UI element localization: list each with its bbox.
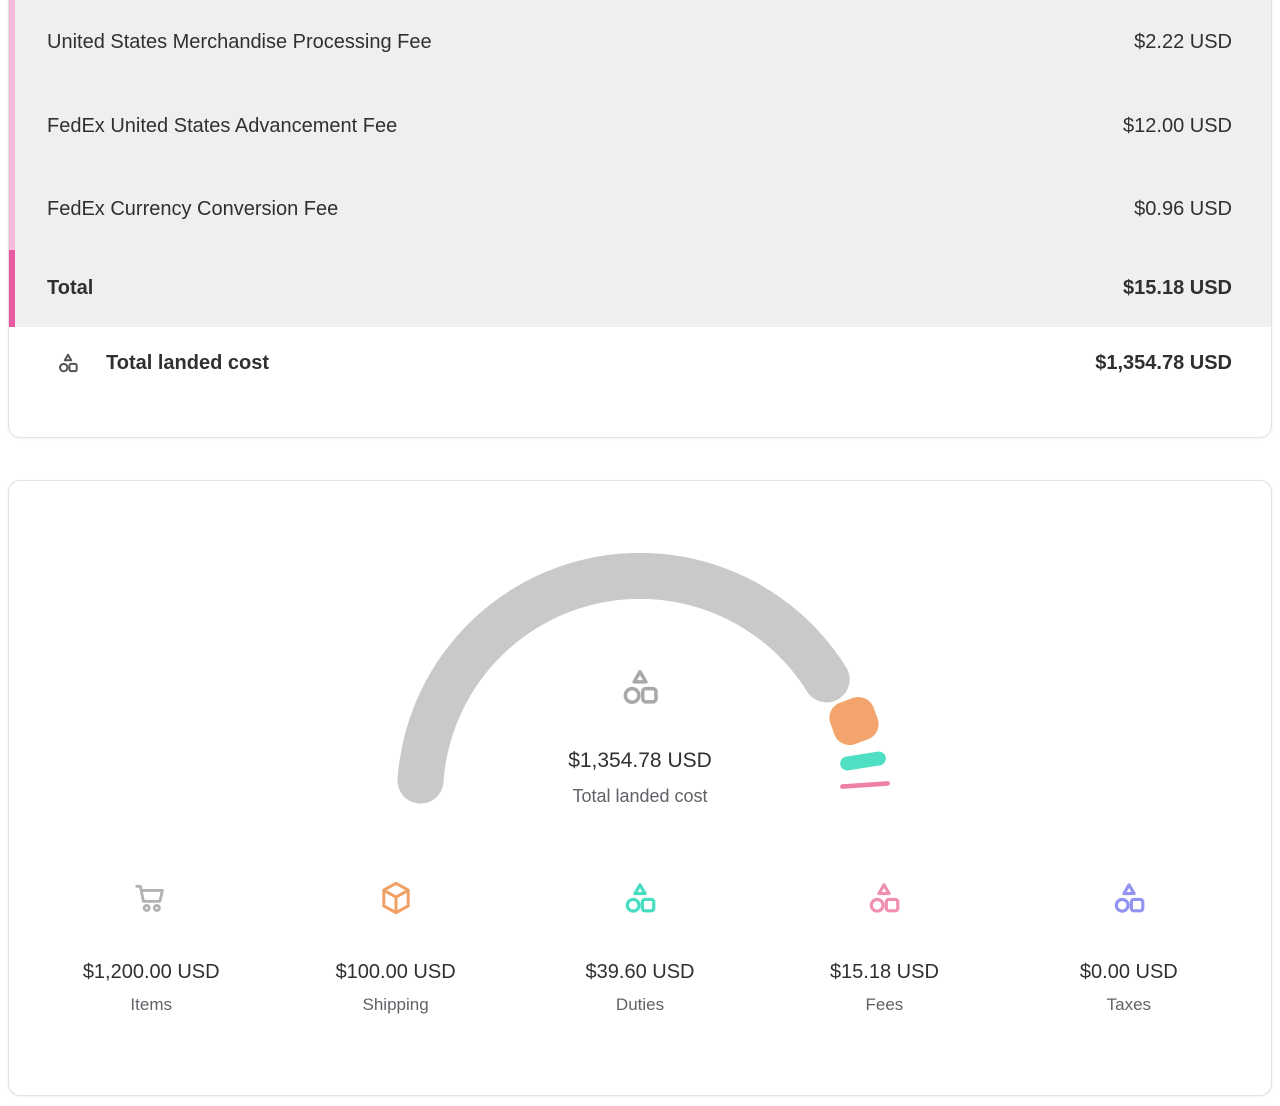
- gauge-center-label: Total landed cost: [9, 786, 1271, 807]
- fee-label: FedEx Currency Conversion Fee: [47, 198, 338, 221]
- fee-value: $12.00 USD: [1123, 115, 1232, 138]
- fee-value: $0.96 USD: [1134, 198, 1232, 221]
- fee-table: United States Merchandise Processing Fee…: [9, 0, 1271, 327]
- total-landed-cost-label: Total landed cost: [106, 352, 269, 375]
- legend-label: Fees: [866, 995, 904, 1015]
- legend-value: $15.18 USD: [830, 961, 939, 984]
- fee-total-value: $15.18 USD: [1123, 277, 1232, 300]
- fee-row: United States Merchandise Processing Fee…: [9, 0, 1271, 84]
- legend-label: Shipping: [363, 995, 429, 1015]
- shapes-icon: [865, 879, 903, 917]
- shapes-icon: [621, 879, 659, 917]
- shapes-icon: [618, 665, 662, 709]
- fee-row: FedEx Currency Conversion Fee $0.96 USD: [9, 168, 1271, 250]
- legend-label: Taxes: [1107, 995, 1151, 1015]
- fee-row: FedEx United States Advancement Fee $12.…: [9, 84, 1271, 168]
- fee-total-label: Total: [47, 277, 93, 300]
- fee-value: $2.22 USD: [1134, 31, 1232, 54]
- legend-label: Duties: [616, 995, 664, 1015]
- legend-value: $0.00 USD: [1080, 961, 1178, 984]
- legend-item-items: $1,200.00 USD Items: [29, 879, 273, 1015]
- legend-value: $39.60 USD: [586, 961, 695, 984]
- total-landed-cost-row: Total landed cost $1,354.78 USD: [9, 327, 1271, 399]
- gauge-center-value: $1,354.78 USD: [9, 749, 1271, 773]
- gauge-legend: $1,200.00 USD Items $100.00 USD Shipping: [29, 879, 1251, 1015]
- fee-total-row: Total $15.18 USD: [9, 250, 1271, 327]
- cost-summary-card: United States Merchandise Processing Fee…: [8, 0, 1272, 438]
- landed-cost-gauge-card: $1,354.78 USD Total landed cost $1,200.0…: [8, 480, 1272, 1096]
- legend-label: Items: [130, 995, 172, 1015]
- fee-label: United States Merchandise Processing Fee: [47, 31, 432, 54]
- shapes-icon: [56, 351, 80, 375]
- legend-item-taxes: $0.00 USD Taxes: [1007, 879, 1251, 1015]
- legend-item-fees: $15.18 USD Fees: [762, 879, 1006, 1015]
- legend-item-duties: $39.60 USD Duties: [518, 879, 762, 1015]
- fee-stripe-light: [9, 0, 15, 250]
- shapes-icon: [1110, 879, 1148, 917]
- package-icon: [377, 879, 415, 917]
- legend-value: $1,200.00 USD: [83, 961, 220, 984]
- fee-label: FedEx United States Advancement Fee: [47, 115, 397, 138]
- total-landed-cost-value: $1,354.78 USD: [1095, 352, 1232, 375]
- legend-value: $100.00 USD: [336, 961, 456, 984]
- page: United States Merchandise Processing Fee…: [0, 0, 1280, 1106]
- cart-icon: [132, 879, 170, 917]
- legend-item-shipping: $100.00 USD Shipping: [273, 879, 517, 1015]
- fee-stripe-bright: [9, 250, 15, 327]
